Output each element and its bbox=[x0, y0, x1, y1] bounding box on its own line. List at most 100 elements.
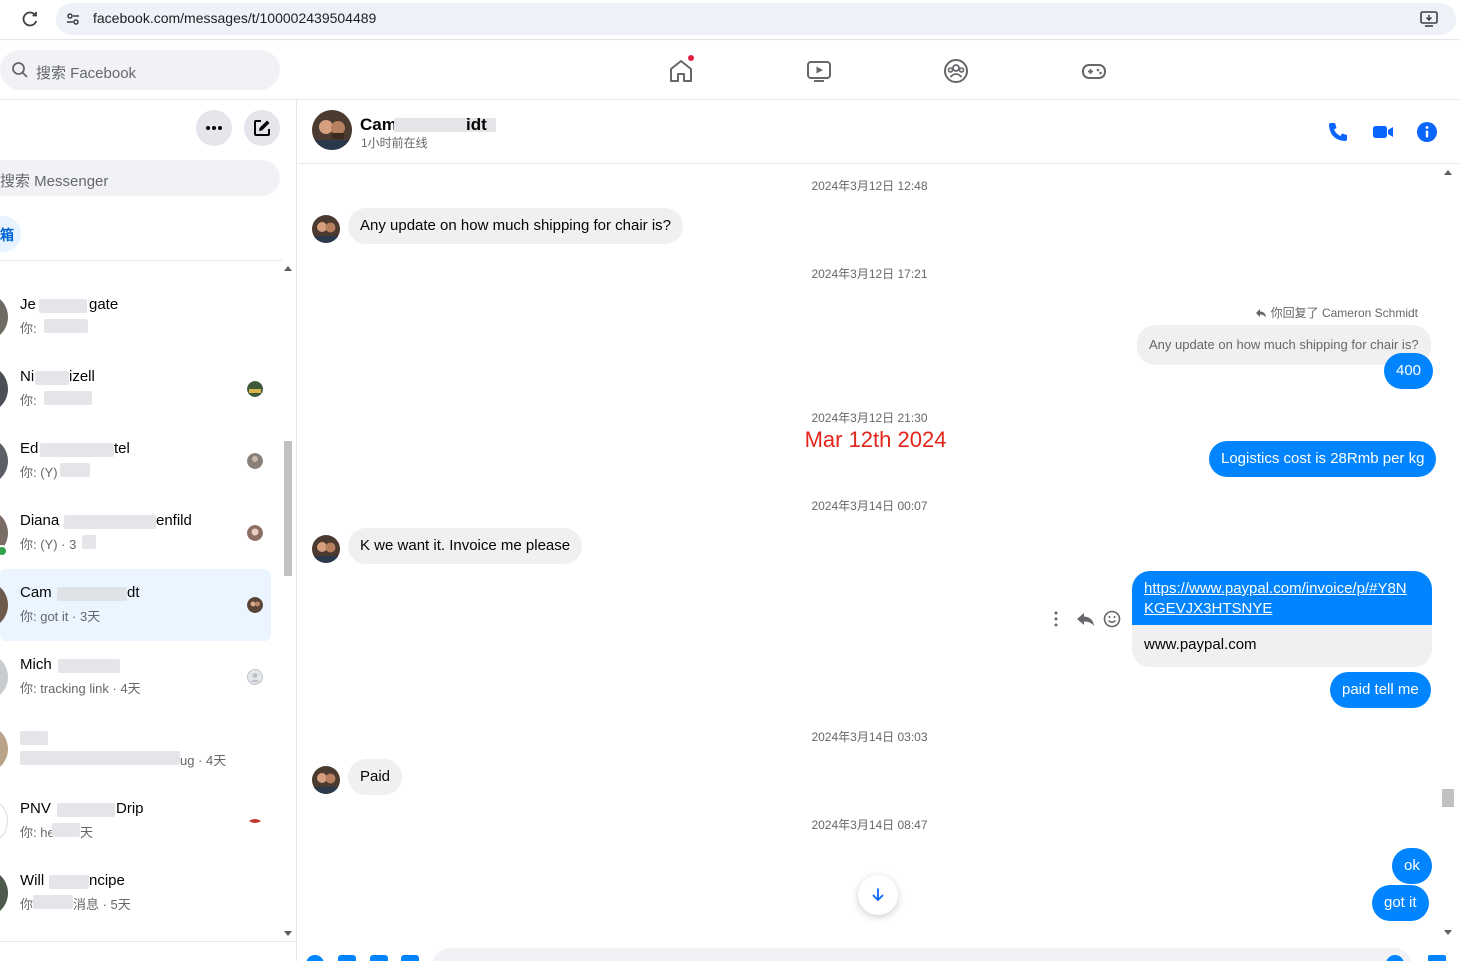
redacted-text bbox=[35, 371, 69, 385]
chat-name-end: Drip bbox=[116, 800, 144, 817]
scroll-down-arrow[interactable] bbox=[284, 931, 292, 936]
link-url-line1[interactable]: https://www.paypal.com/invoice/p/#Y8N bbox=[1144, 580, 1407, 597]
redacted-text bbox=[49, 875, 89, 889]
reply-arrow-icon bbox=[1255, 309, 1266, 318]
chat-preview: 你: tracking link · 4天 bbox=[20, 681, 141, 696]
address-bar[interactable]: facebook.com/messages/t/100002439504489 bbox=[56, 3, 1456, 35]
chat-name: PNV bbox=[20, 800, 51, 817]
tab-inbox[interactable]: 箱 bbox=[0, 216, 21, 252]
new-message-button[interactable] bbox=[244, 110, 280, 146]
more-actions-icon[interactable] bbox=[1054, 611, 1058, 627]
seen-avatar bbox=[247, 813, 263, 829]
video-call-icon[interactable] bbox=[1371, 120, 1395, 144]
contact-avatar[interactable] bbox=[312, 110, 352, 150]
chat-preview: 你: he bbox=[20, 825, 55, 840]
facebook-top-nav: 搜索 Facebook bbox=[0, 42, 1459, 100]
scrollbar-thumb[interactable] bbox=[1442, 789, 1454, 807]
voice-call-icon[interactable] bbox=[1326, 120, 1350, 144]
chat-preview-end: ug · 4天 bbox=[180, 753, 227, 768]
contact-name-end[interactable]: idt bbox=[466, 115, 487, 135]
gif-icon[interactable] bbox=[401, 955, 419, 961]
link-preview-message[interactable]: https://www.paypal.com/invoice/p/#Y8N KG… bbox=[1132, 571, 1432, 667]
chat-row[interactable]: Ni izell 你: bbox=[0, 353, 271, 425]
chat-name: Diana bbox=[20, 512, 60, 529]
messenger-search-input[interactable]: 搜索 Messenger bbox=[0, 160, 280, 196]
install-app-icon[interactable] bbox=[1420, 11, 1438, 27]
messenger-search-placeholder: 搜索 Messenger bbox=[0, 173, 109, 190]
chat-sidebar: 搜索 Messenger 箱 Je gate 你: Ni izell 你: Ed… bbox=[0, 100, 297, 961]
chat-row-active[interactable]: Cam dt 你: got it · 3天 bbox=[0, 569, 271, 641]
chat-name-end: gate bbox=[89, 296, 119, 313]
reply-icon[interactable] bbox=[1077, 613, 1094, 626]
more-actions-circle-icon[interactable] bbox=[306, 955, 324, 961]
redacted-text bbox=[33, 895, 73, 909]
avatar bbox=[0, 437, 8, 485]
chat-list-scrollbar[interactable] bbox=[282, 261, 294, 941]
more-icon bbox=[206, 126, 222, 130]
chat-list: Je gate 你: Ni izell 你: Ed tel 你: (Y) Dia… bbox=[0, 261, 282, 941]
sticker-icon[interactable] bbox=[370, 955, 388, 961]
chat-preview: 你: (Y) bbox=[20, 465, 58, 480]
incoming-message[interactable]: Paid bbox=[348, 759, 403, 795]
message-thread-scrollbar[interactable] bbox=[1441, 165, 1455, 940]
chat-preview-end: 消息 · 5天 bbox=[73, 897, 131, 912]
chat-preview: 你: (Y) · 3 bbox=[20, 537, 77, 552]
outgoing-message[interactable]: Logistics cost is 28Rmb per kg bbox=[1209, 441, 1437, 477]
info-icon[interactable] bbox=[1415, 120, 1439, 144]
reload-icon[interactable] bbox=[20, 9, 40, 29]
avatar bbox=[0, 581, 8, 629]
chat-name: Will bbox=[20, 872, 45, 889]
scroll-down-arrow[interactable] bbox=[1444, 930, 1452, 935]
chat-name: Mich bbox=[20, 656, 52, 673]
chat-row[interactable]: Mich 你: tracking link · 4天 bbox=[0, 641, 271, 713]
chat-row[interactable]: PNV Drip 你: he 天 bbox=[0, 785, 271, 857]
quoted-message[interactable]: Any update on how much shipping for chai… bbox=[1137, 325, 1431, 365]
facebook-search-box[interactable]: 搜索 Facebook bbox=[0, 50, 280, 90]
chat-name-end: enfild bbox=[156, 512, 192, 529]
scrollbar-thumb[interactable] bbox=[284, 441, 292, 576]
video-nav-button[interactable] bbox=[804, 56, 834, 86]
chat-row[interactable]: Ed tel 你: (Y) bbox=[0, 425, 271, 497]
outgoing-message[interactable]: ok bbox=[1392, 848, 1432, 884]
like-icon[interactable] bbox=[1428, 955, 1446, 961]
incoming-message[interactable]: K we want it. Invoice me please bbox=[348, 528, 583, 564]
chat-name-end: tel bbox=[114, 440, 130, 457]
outgoing-message[interactable]: paid tell me bbox=[1330, 672, 1431, 708]
link-url-block[interactable]: https://www.paypal.com/invoice/p/#Y8N KG… bbox=[1132, 571, 1432, 625]
contact-name[interactable]: Cam bbox=[360, 115, 397, 135]
chat-preview: 你: bbox=[20, 321, 37, 336]
avatar bbox=[0, 725, 8, 773]
gallery-icon[interactable] bbox=[338, 955, 356, 961]
contact-avatar-small bbox=[312, 215, 340, 243]
scroll-up-arrow[interactable] bbox=[1444, 170, 1452, 175]
incoming-message[interactable]: Any update on how much shipping for chai… bbox=[348, 208, 684, 244]
chat-row[interactable]: Je gate 你: bbox=[0, 281, 271, 353]
redacted-text bbox=[39, 299, 87, 313]
chat-row[interactable]: Diana enfild 你: (Y) · 3 bbox=[0, 497, 271, 569]
redacted-text bbox=[57, 803, 115, 817]
chat-preview: 你 bbox=[20, 897, 34, 912]
scroll-to-bottom-button[interactable] bbox=[858, 875, 898, 915]
message-input[interactable] bbox=[432, 948, 1412, 961]
chat-preview: 你: bbox=[20, 393, 37, 408]
outgoing-message[interactable]: got it bbox=[1372, 885, 1429, 921]
chat-preview-end: 天 bbox=[80, 825, 94, 840]
url-text[interactable]: facebook.com/messages/t/100002439504489 bbox=[93, 10, 376, 26]
chat-row[interactable]: Will ncipe 你 消息 · 5天 bbox=[0, 857, 271, 929]
chat-name: Cam bbox=[20, 584, 52, 601]
scroll-up-arrow[interactable] bbox=[284, 266, 292, 271]
chat-row[interactable]: ug · 4天 bbox=[0, 713, 271, 785]
search-icon bbox=[12, 62, 28, 78]
groups-nav-button[interactable] bbox=[941, 56, 971, 86]
notification-dot bbox=[687, 54, 695, 62]
link-url-line2[interactable]: KGEVJX3HTSNYE bbox=[1144, 600, 1272, 617]
home-nav-button[interactable] bbox=[666, 54, 696, 86]
chat-row[interactable] bbox=[0, 261, 271, 271]
more-options-button[interactable] bbox=[196, 110, 232, 146]
outgoing-message[interactable]: 400 bbox=[1384, 353, 1434, 389]
site-settings-icon[interactable] bbox=[64, 10, 82, 28]
link-domain[interactable]: www.paypal.com bbox=[1132, 625, 1432, 667]
avatar bbox=[0, 293, 8, 341]
gaming-nav-button[interactable] bbox=[1079, 56, 1109, 86]
react-emoji-icon[interactable] bbox=[1103, 610, 1121, 628]
